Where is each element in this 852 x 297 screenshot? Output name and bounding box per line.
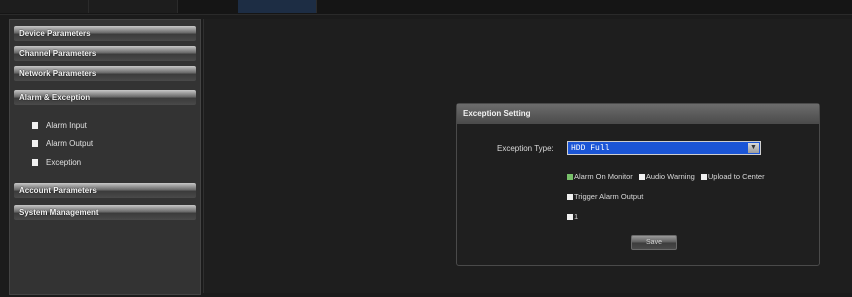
document-icon bbox=[32, 159, 38, 166]
top-tab[interactable] bbox=[89, 0, 178, 13]
sidebar-item-account-parameters[interactable]: Account Parameters bbox=[14, 183, 196, 198]
audio-warning-checkbox[interactable] bbox=[638, 174, 645, 180]
upload-to-center-checkbox[interactable] bbox=[700, 174, 707, 180]
sidebar-subitem-label: Alarm Output bbox=[46, 139, 94, 148]
sidebar-subitem-exception[interactable]: Exception bbox=[32, 156, 81, 170]
sidebar-item-system-management[interactable]: System Management bbox=[14, 205, 196, 220]
sidebar-item-channel-parameters[interactable]: Channel Parameters bbox=[14, 46, 196, 61]
sidebar-item-device-parameters[interactable]: Device Parameters bbox=[14, 26, 196, 41]
settings-sidebar: Device Parameters Channel Parameters Net… bbox=[9, 19, 201, 295]
exception-type-value: HDD Full bbox=[571, 144, 610, 153]
upload-to-center-label: Upload to Center bbox=[707, 172, 765, 181]
output-1-label: 1 bbox=[574, 212, 579, 221]
sidebar-subitem-alarm-input[interactable]: Alarm Input bbox=[32, 119, 87, 133]
sidebar-subitem-label: Alarm Input bbox=[46, 121, 87, 130]
checkbox-row-2: Trigger Alarm Output bbox=[567, 192, 647, 202]
alarm-on-monitor-checkbox[interactable] bbox=[567, 174, 573, 180]
exception-type-select[interactable]: HDD Full ▼ bbox=[567, 141, 761, 155]
panel-title: Exception Setting bbox=[457, 104, 819, 124]
save-button[interactable]: Save bbox=[631, 235, 677, 250]
chevron-down-icon[interactable]: ▼ bbox=[748, 143, 759, 153]
trigger-alarm-output-checkbox[interactable] bbox=[567, 194, 573, 200]
sidebar-subitem-alarm-output[interactable]: Alarm Output bbox=[32, 137, 93, 151]
trigger-alarm-output-label: Trigger Alarm Output bbox=[574, 192, 644, 201]
exception-setting-panel: Exception Setting Exception Type: HDD Fu… bbox=[456, 103, 820, 266]
sidebar-item-network-parameters[interactable]: Network Parameters bbox=[14, 66, 196, 81]
top-tab[interactable] bbox=[0, 0, 89, 13]
document-icon bbox=[32, 140, 38, 147]
alarm-on-monitor-label: Alarm On Monitor bbox=[574, 172, 633, 181]
sidebar-item-alarm-exception[interactable]: Alarm & Exception bbox=[14, 90, 196, 105]
exception-type-label: Exception Type: bbox=[497, 144, 554, 153]
output-1-checkbox[interactable] bbox=[567, 214, 573, 220]
document-icon bbox=[32, 122, 38, 129]
sidebar-subitem-label: Exception bbox=[46, 158, 82, 167]
checkbox-row-1: Alarm On Monitor Audio Warning Upload to… bbox=[567, 172, 769, 182]
top-nav-bar bbox=[0, 0, 852, 15]
top-tab-active[interactable] bbox=[238, 0, 317, 13]
audio-warning-label: Audio Warning bbox=[645, 172, 695, 181]
checkbox-row-3: 1 bbox=[567, 212, 582, 222]
